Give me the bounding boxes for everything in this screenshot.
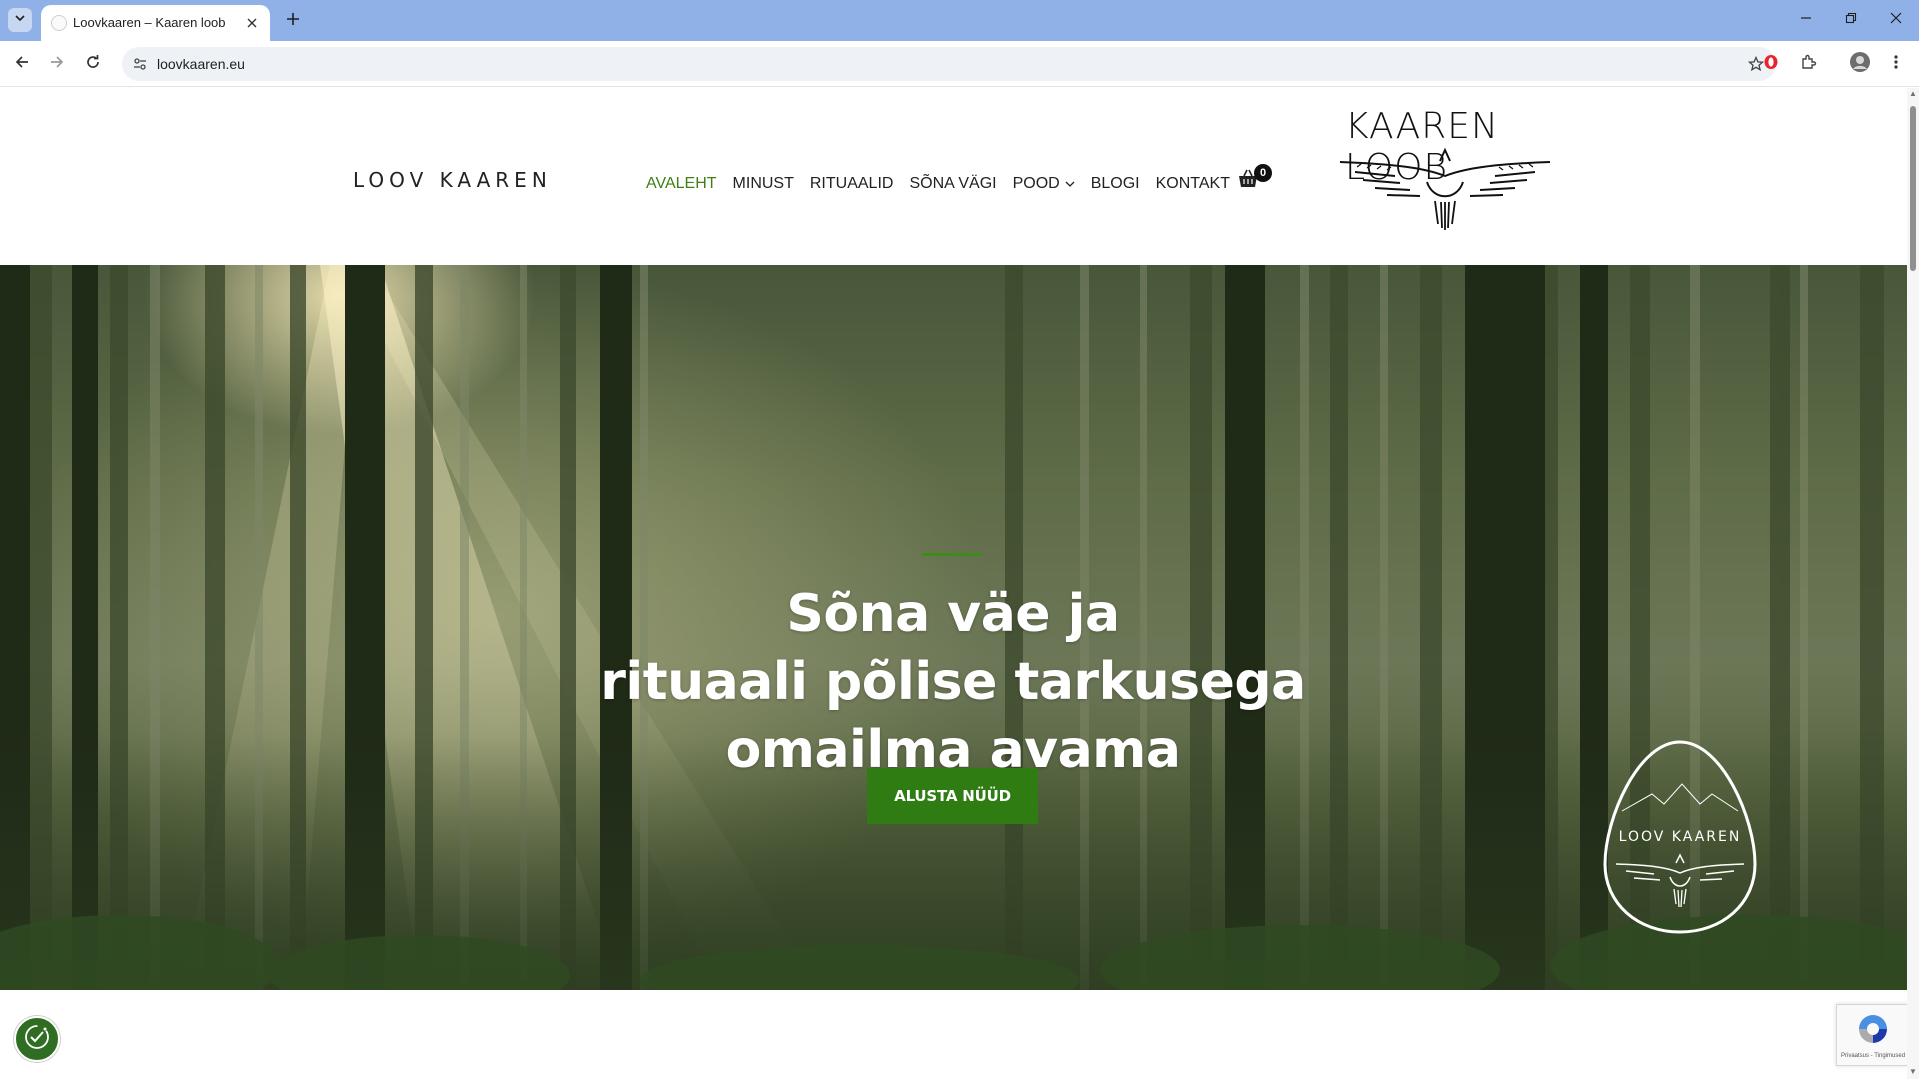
cookie-settings-button[interactable] — [14, 1016, 60, 1062]
address-bar[interactable]: loovkaaren.eu — [122, 47, 1776, 81]
close-icon — [1890, 11, 1902, 29]
tab-list-button[interactable] — [8, 8, 32, 32]
extensions-icon — [1800, 53, 1818, 76]
nav-item-blogi[interactable]: BLOGI — [1091, 175, 1140, 193]
scrollbar-thumb[interactable] — [1910, 106, 1916, 271]
profile-avatar — [1849, 51, 1871, 78]
recaptcha-footer-text[interactable]: Privaatsus - Tingimused — [1841, 1053, 1905, 1059]
web-page: LOOV KAAREN AVALEHT MINUST RITUAALID SÕN… — [0, 88, 1907, 1079]
eagle-icon — [1339, 147, 1551, 230]
nav-item-sona-vagi[interactable]: SÕNA VÄGI — [909, 175, 996, 193]
chevron-down-icon — [1065, 179, 1075, 190]
reload-icon — [85, 54, 101, 75]
hero-title-line-2: rituaali põlise tarkusega — [600, 652, 1306, 712]
browser-toolbar: loovkaaren.eu — [0, 41, 1919, 87]
alusta-nuud-button[interactable]: ALUSTA NÜÜD — [867, 768, 1038, 824]
extensions-button[interactable] — [1795, 50, 1823, 78]
nav-item-pood-label: POOD — [1012, 175, 1060, 192]
profile-button[interactable] — [1846, 50, 1874, 78]
close-icon[interactable] — [242, 13, 262, 33]
nav-item-minust[interactable]: MINUST — [733, 175, 794, 193]
nav-item-kontakt[interactable]: KONTAKT — [1156, 175, 1230, 193]
nav-item-pood[interactable]: POOD — [1013, 175, 1075, 193]
hero-section: Sõna väe ja rituaali põlise tarkusega om… — [0, 265, 1907, 990]
site-logo[interactable]: LOOV KAAREN — [353, 168, 552, 192]
reload-button[interactable] — [79, 50, 107, 78]
scroll-down-icon[interactable]: ▼ — [1909, 1068, 1917, 1076]
forward-icon — [49, 54, 65, 75]
forward-button[interactable] — [43, 50, 71, 78]
back-icon — [14, 54, 30, 75]
main-nav: AVALEHT MINUST RITUAALID SÕNA VÄGI POOD … — [646, 175, 1246, 193]
recaptcha-badge[interactable]: Privaatsus - Tingimused — [1836, 1004, 1907, 1066]
brand-logo[interactable]: KAAREN LOOB — [1335, 106, 1555, 236]
hero-title: Sõna väe ja rituaali põlise tarkusega om… — [553, 580, 1353, 784]
hero-title-line-1: Sõna väe ja — [786, 584, 1120, 644]
hero-accent-line — [922, 553, 982, 556]
plus-icon — [286, 9, 300, 32]
restore-icon — [1845, 11, 1857, 29]
site-header: LOOV KAAREN AVALEHT MINUST RITUAALID SÕN… — [0, 88, 1907, 265]
minimize-button[interactable] — [1783, 5, 1829, 35]
browser-menu-button[interactable] — [1882, 50, 1910, 78]
nav-item-rituaalid[interactable]: RITUAALID — [810, 175, 894, 193]
browser-tabbar: Loovkaaren – Kaaren loob — [0, 0, 1919, 41]
new-tab-button[interactable] — [281, 8, 305, 32]
close-window-button[interactable] — [1873, 5, 1919, 35]
opera-icon — [1763, 54, 1779, 75]
scroll-up-icon[interactable]: ▲ — [1909, 90, 1917, 98]
hero-badge-text: LOOV KAAREN — [1618, 829, 1742, 845]
cart-count-badge: 0 — [1254, 164, 1272, 182]
nav-item-avaleht[interactable]: AVALEHT — [646, 175, 717, 193]
page-scrollbar[interactable]: ▲ ▼ — [1907, 88, 1919, 1079]
menu-icon — [1894, 54, 1898, 75]
favicon-icon — [51, 15, 67, 31]
hero-logo-badge: LOOV KAAREN — [1602, 739, 1758, 935]
cart-button[interactable]: 0 — [1237, 164, 1272, 194]
opera-extension-button[interactable] — [1757, 50, 1785, 78]
url-text: loovkaaren.eu — [157, 56, 245, 72]
chevron-down-icon — [14, 11, 26, 29]
cookie-settings-icon — [22, 1022, 52, 1057]
back-button[interactable] — [8, 50, 36, 78]
restore-button[interactable] — [1828, 5, 1874, 35]
site-info-icon[interactable] — [130, 54, 150, 74]
recaptcha-icon — [1855, 1011, 1891, 1052]
minimize-icon — [1800, 11, 1812, 29]
tab-title: Loovkaaren – Kaaren loob — [73, 15, 226, 30]
cart-icon — [1237, 169, 1259, 194]
browser-tab[interactable]: Loovkaaren – Kaaren loob — [41, 5, 270, 41]
